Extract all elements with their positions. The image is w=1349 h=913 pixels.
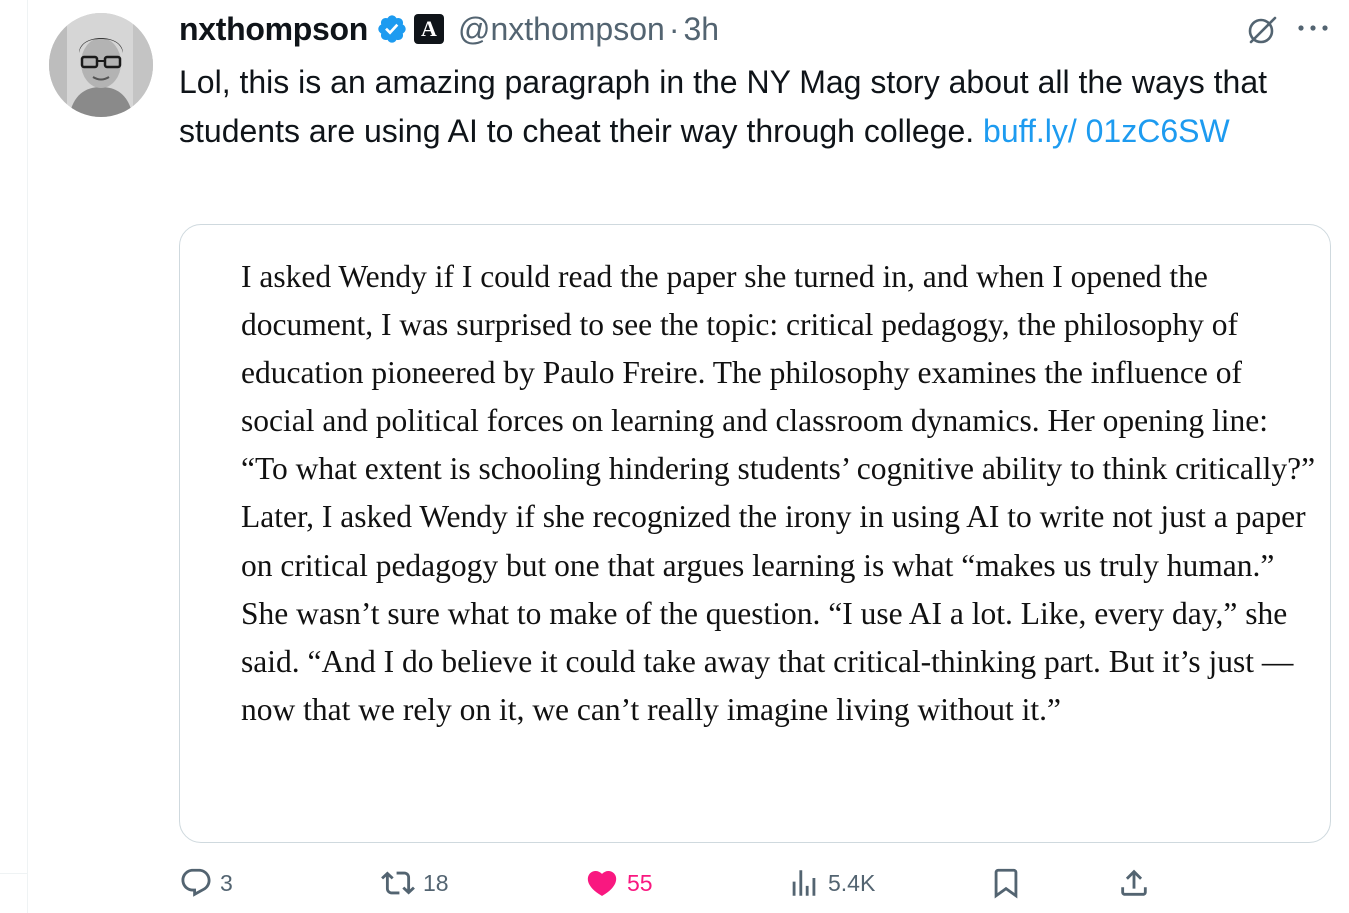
share-icon [1121,869,1147,896]
like-icon [587,870,617,896]
like-button[interactable]: 55 [584,855,653,911]
affiliate-badge-icon[interactable]: A [414,14,444,44]
grok-icon[interactable] [1244,12,1280,48]
bookmark-icon [994,868,1018,899]
repost-count: 18 [423,869,449,896]
like-count: 55 [627,869,653,896]
repost-button[interactable]: 18 [380,855,449,911]
views-count: 5.4K [828,869,876,896]
more-icon[interactable] [1296,20,1330,36]
tweet-header: nxthompson A @nxthompson · 3h [179,8,719,50]
quoted-paragraph: I asked Wendy if I could read the paper … [241,259,1316,727]
timestamp[interactable]: 3h [683,11,719,48]
affiliate-badge-letter: A [421,16,437,41]
display-name[interactable]: nxthompson [179,11,368,48]
tweet-link[interactable]: buff.ly/ 01zC6SW [983,113,1230,149]
avatar-photo [49,13,153,117]
share-button[interactable] [1117,855,1151,911]
reply-icon [181,868,211,897]
tweet-media-card[interactable]: I asked Wendy if I could read the paper … [179,224,1331,843]
repost-icon [381,871,415,895]
reply-button[interactable]: 3 [179,855,233,911]
tweet-text: Lol, this is an amazing paragraph in the… [179,58,1339,156]
views-icon [792,870,816,896]
reply-count: 3 [220,869,233,896]
handle[interactable]: @nxthompson [458,11,665,48]
action-bar: 3 18 55 5.4K [0,855,1349,911]
verified-badge-icon[interactable] [376,13,408,45]
separator-dot: · [668,10,680,47]
avatar[interactable] [49,13,153,117]
bookmark-button[interactable] [989,855,1023,911]
views-button[interactable]: 5.4K [787,855,875,911]
timeline-rule [27,0,28,913]
